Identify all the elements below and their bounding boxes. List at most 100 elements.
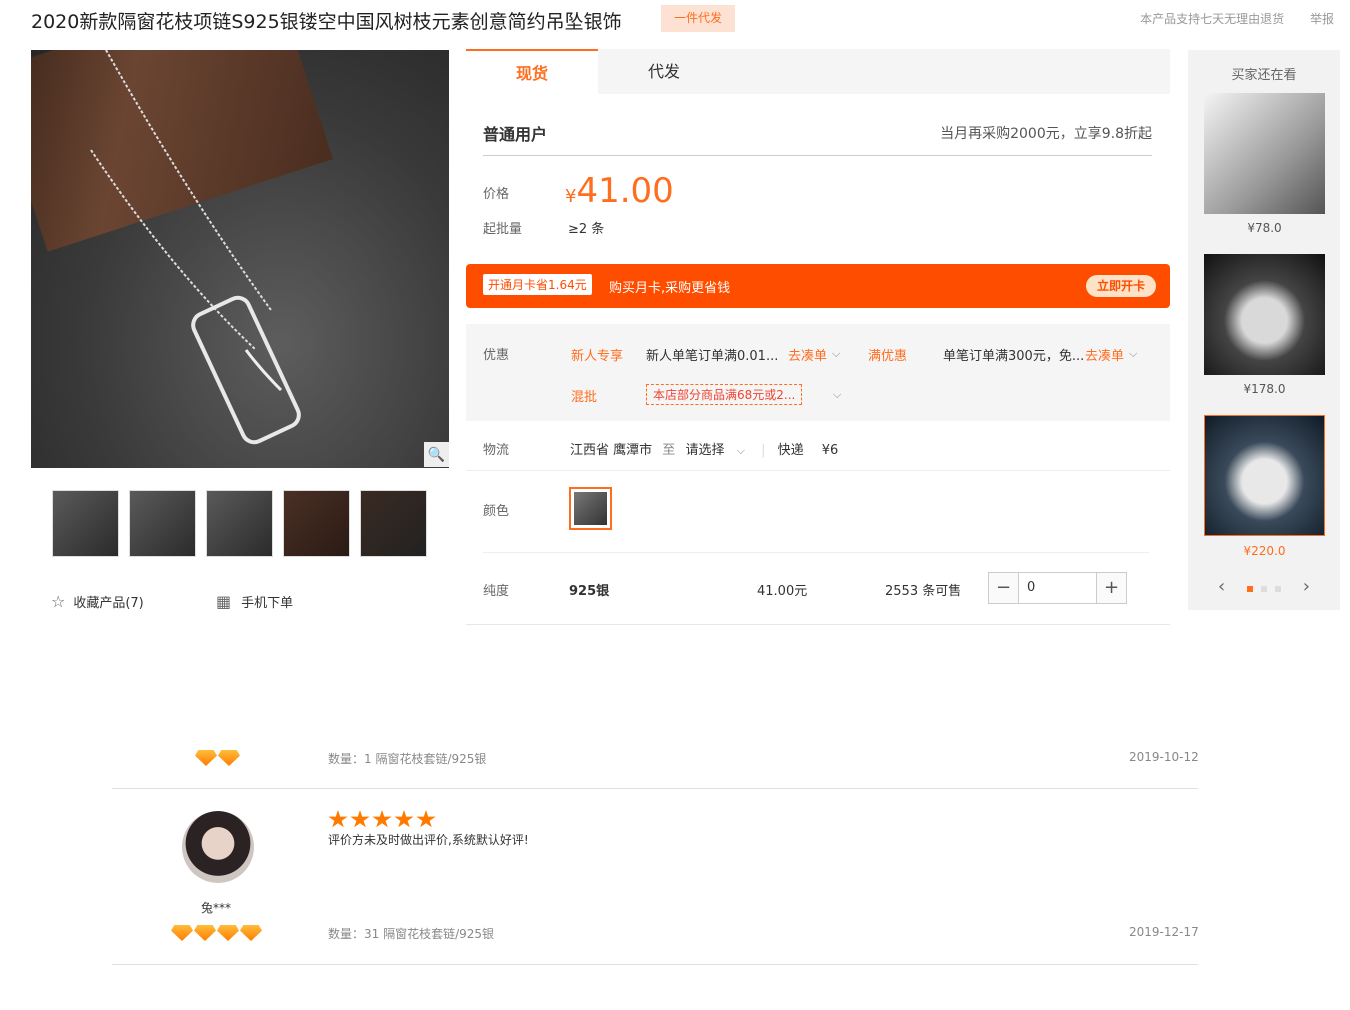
main-product-image[interactable]	[31, 50, 449, 468]
color-swatch-image	[574, 492, 607, 525]
divider	[466, 624, 1170, 625]
favorite-button[interactable]: ☆ 收藏产品(7)	[51, 592, 144, 611]
product-title: 2020新款隔窗花枝项链S925银镂空中国风树枝元素创意简约吊坠银饰	[31, 11, 622, 33]
promo-tag-full: 满优惠	[868, 349, 908, 364]
rating-stars	[328, 810, 438, 833]
chevron-down-icon[interactable]: ⌵	[737, 444, 745, 457]
review-meta: 数量：1 隔窗花枝套链/925银	[328, 752, 487, 766]
increment-button[interactable]: +	[1096, 573, 1126, 603]
reviewer-name: 兔***	[201, 901, 232, 915]
qrcode-icon: ▦	[216, 592, 232, 611]
logistics-label: 物流	[483, 443, 510, 458]
rail-item-image-selected[interactable]	[1204, 415, 1325, 536]
promo-desc-full: 单笔订单满300元，免...	[943, 349, 1085, 364]
report-link[interactable]: 举报	[1310, 12, 1334, 26]
pager-dot[interactable]	[1261, 586, 1267, 592]
dropship-badge: 一件代发	[661, 5, 735, 32]
chevron-down-icon[interactable]: ⌵	[1129, 347, 1137, 361]
gallery-thumb[interactable]	[360, 490, 427, 557]
return-policy-link[interactable]: 本产品支持七天无理由退货	[1140, 12, 1284, 26]
mobile-order-label: 手机下单	[241, 596, 294, 611]
chevron-right-icon[interactable]: ›	[1303, 576, 1310, 597]
promo-action-newuser[interactable]: 去凑单	[788, 345, 827, 364]
buyer-level-gems	[171, 925, 263, 945]
buyer-level-gems	[195, 750, 241, 770]
rail-item-image[interactable]	[1204, 254, 1325, 375]
promo-tag-newuser: 新人专享	[571, 349, 624, 364]
ship-fee: ¥6	[821, 443, 839, 458]
chevron-down-icon[interactable]: ⌵	[833, 388, 841, 402]
gallery-thumb[interactable]	[129, 490, 196, 557]
card-text: 购买月卡,采购更省钱	[609, 281, 731, 296]
star-icon	[372, 810, 392, 828]
pager-dot[interactable]	[1275, 586, 1281, 592]
star-icon	[394, 810, 414, 828]
sku-price: 41.00元	[757, 584, 808, 599]
zoom-button[interactable]: 🔍	[424, 442, 449, 467]
promotions-panel: 优惠 新人专享 新人单笔订单满0.01... 去凑单 ⌵ 满优惠 单笔订单满30…	[466, 324, 1170, 421]
price-value: 41.00	[576, 171, 674, 211]
review-date: 2019-10-12	[1129, 750, 1199, 764]
gallery-thumb[interactable]	[52, 490, 119, 557]
promo-action-full[interactable]: 去凑单	[1085, 345, 1124, 364]
user-type: 普通用户	[483, 125, 548, 144]
pager-dots	[1243, 576, 1285, 597]
price: ¥41.00	[565, 171, 674, 211]
moq-label: 起批量	[483, 222, 523, 237]
purchase-discount-note: 当月再采购2000元，立享9.8折起	[940, 126, 1152, 142]
card-saving-tag: 开通月卡省1.64元	[483, 274, 592, 295]
review-text: 评价方未及时做出评价,系统默认好评!	[328, 833, 529, 847]
chevron-left-icon[interactable]: ‹	[1218, 576, 1225, 597]
rail-pager: ‹ ›	[1218, 576, 1310, 597]
destination-select[interactable]: 请选择	[685, 443, 724, 458]
star-icon	[416, 810, 436, 828]
monthly-card-banner: 开通月卡省1.64元 购买月卡,采购更省钱 立即开卡	[466, 264, 1170, 308]
open-card-button[interactable]: 立即开卡	[1086, 275, 1156, 297]
tab-in-stock[interactable]: 现货	[466, 49, 598, 94]
gem-icon	[194, 925, 216, 941]
purity-value: 925银	[569, 584, 610, 599]
favorite-label: 收藏产品(7)	[73, 596, 144, 611]
gem-icon	[171, 925, 193, 941]
avatar	[182, 811, 254, 883]
review-meta: 数量：31 隔窗花枝套链/925银	[328, 927, 495, 941]
currency-symbol: ¥	[565, 186, 577, 207]
ship-method: 快递	[777, 443, 804, 458]
tab-dropship[interactable]: 代发	[598, 49, 730, 94]
to-word: 至	[662, 443, 676, 458]
quantity-input[interactable]: 0	[1019, 573, 1096, 603]
mobile-order-button[interactable]: ▦ 手机下单	[216, 592, 293, 611]
divider	[112, 964, 1198, 965]
review-date: 2019-12-17	[1129, 925, 1199, 939]
quantity-stepper: − 0 +	[988, 572, 1127, 604]
gem-icon	[240, 925, 262, 941]
divider	[483, 552, 1149, 553]
header-links: 本产品支持七天无理由退货 举报	[1118, 10, 1334, 27]
purity-label: 纯度	[483, 584, 510, 599]
logistics-info: 江西省 鹰潭市 至 请选择 ⌵ | 快递 ¥6	[570, 439, 838, 458]
promo-desc-newuser: 新人单笔订单满0.01...	[646, 349, 779, 364]
rail-item-image[interactable]	[1204, 93, 1325, 214]
decrement-button[interactable]: −	[989, 573, 1019, 603]
pager-dot[interactable]	[1247, 586, 1253, 592]
chevron-down-icon[interactable]: ⌵	[832, 347, 840, 361]
divider: |	[761, 443, 766, 458]
divider	[112, 788, 1198, 789]
star-outline-icon: ☆	[51, 592, 66, 611]
rail-title: 买家还在看	[1231, 68, 1297, 83]
rail-item-price: ¥78.0	[1247, 221, 1282, 235]
sku-stock: 2553 条可售	[885, 584, 962, 599]
gallery-thumb[interactable]	[206, 490, 273, 557]
promo-tag-mix: 混批	[571, 390, 598, 405]
ship-from: 江西省 鹰潭市	[570, 443, 653, 458]
promo-label: 优惠	[483, 348, 510, 363]
order-tabs: 现货 代发	[466, 49, 1170, 94]
magnifier-icon: 🔍	[427, 446, 446, 463]
user-tier-row: 普通用户 当月再采购2000元，立享9.8折起	[483, 121, 1152, 156]
color-swatch[interactable]	[569, 487, 612, 530]
star-icon	[328, 810, 348, 828]
promo-mix-desc[interactable]: 本店部分商品满68元或2...	[646, 384, 803, 405]
moq-value: ≥2 条	[568, 222, 605, 237]
logistics-row: 物流 江西省 鹰潭市 至 请选择 ⌵ | 快递 ¥6	[466, 425, 1170, 471]
gallery-thumb[interactable]	[283, 490, 350, 557]
